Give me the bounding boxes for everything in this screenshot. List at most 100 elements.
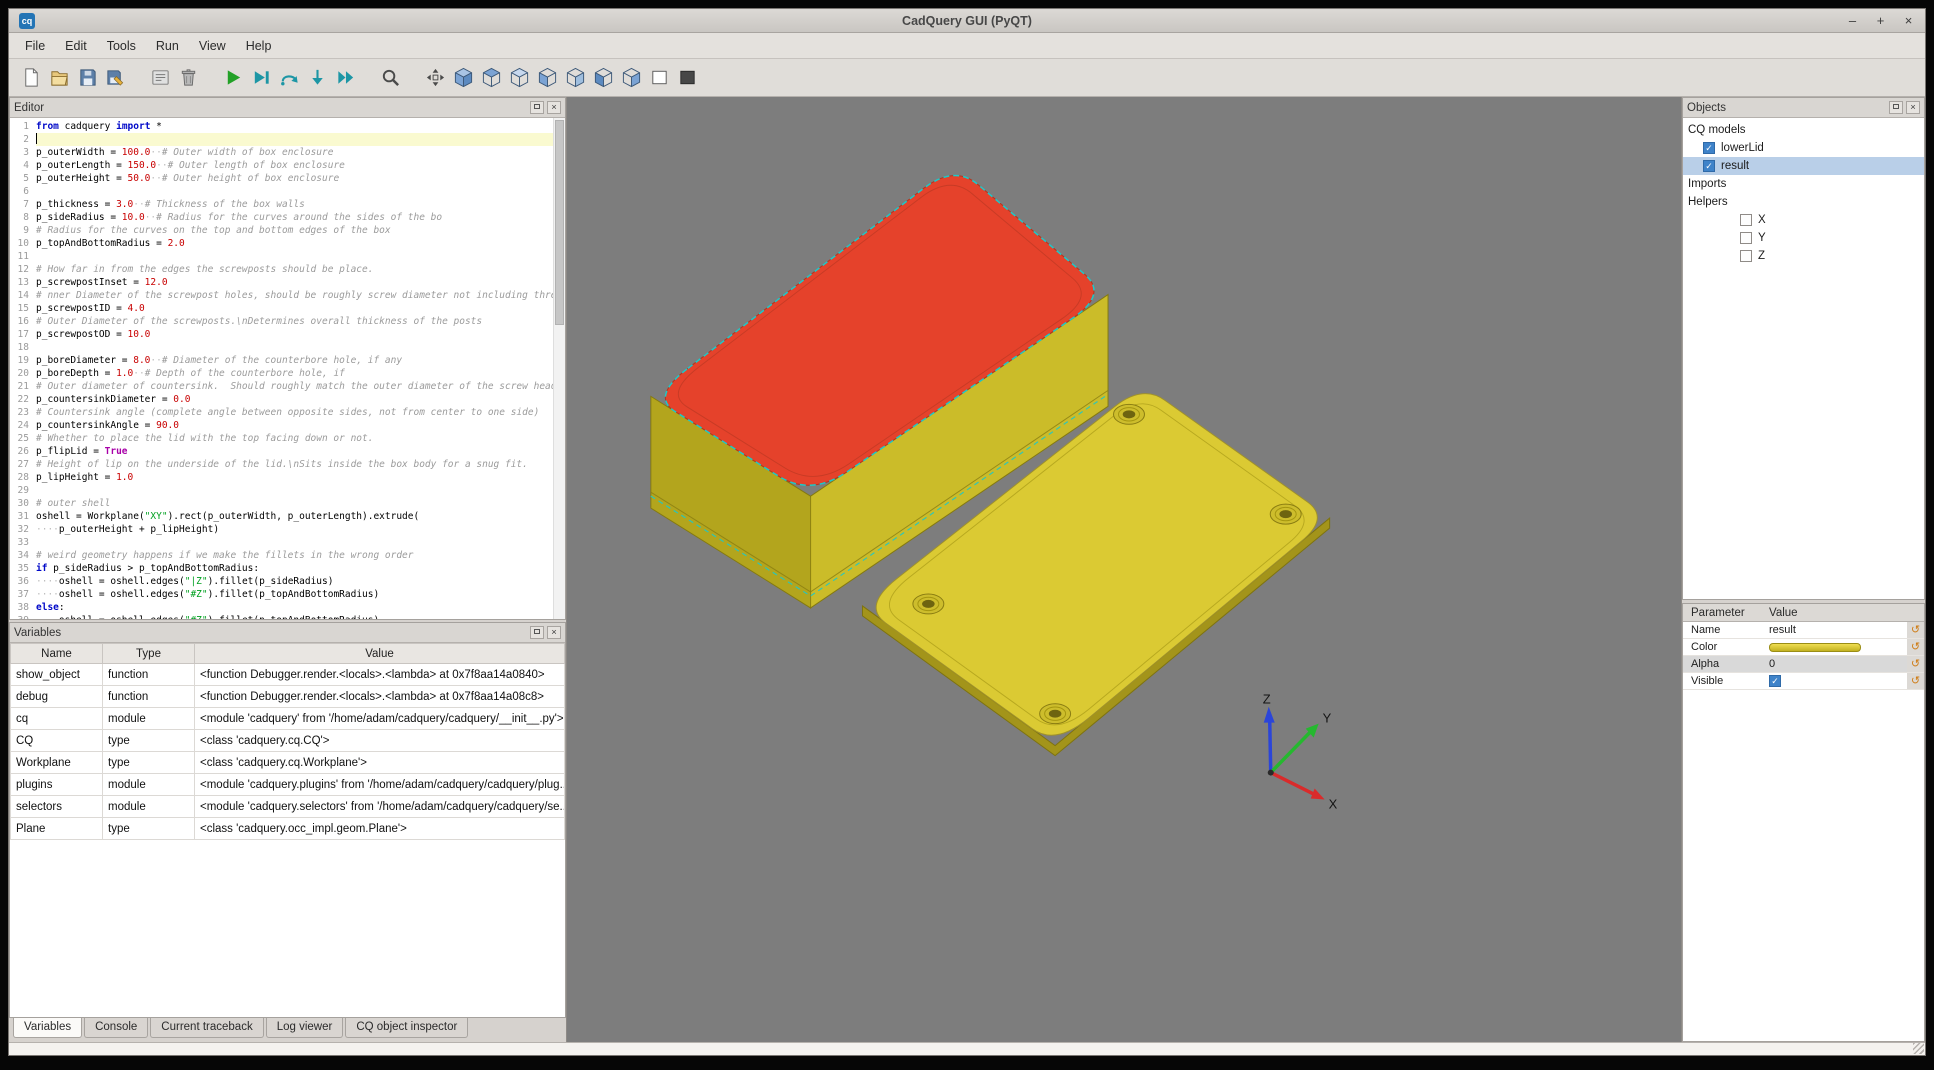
- param-row-alpha[interactable]: Alpha 0 ↺: [1683, 656, 1924, 673]
- menu-view[interactable]: View: [189, 35, 236, 57]
- float-panel-button[interactable]: [530, 101, 544, 114]
- code-line[interactable]: 11: [10, 250, 565, 263]
- variable-row[interactable]: Workplanetype<class 'cadquery.cq.Workpla…: [11, 752, 565, 774]
- continue-button[interactable]: [331, 64, 359, 92]
- code-line[interactable]: 18: [10, 341, 565, 354]
- code-line[interactable]: 2: [10, 133, 565, 146]
- tree-item-y[interactable]: Y: [1683, 229, 1924, 247]
- reset-icon[interactable]: ↺: [1907, 639, 1924, 655]
- code-editor[interactable]: 1from cadquery import *23p_outerWidth = …: [10, 118, 565, 619]
- code-line[interactable]: 32····p_outerHeight + p_lipHeight): [10, 523, 565, 536]
- code-line[interactable]: 9# Radius for the curves on the top and …: [10, 224, 565, 237]
- save-as-button[interactable]: [101, 64, 129, 92]
- delete-button[interactable]: [174, 64, 202, 92]
- float-panel-button[interactable]: [530, 626, 544, 639]
- z-axis-checkbox[interactable]: [1740, 250, 1752, 262]
- variable-row[interactable]: show_objectfunction<function Debugger.re…: [11, 664, 565, 686]
- step-into-button[interactable]: [303, 64, 331, 92]
- editor-scrollbar-thumb[interactable]: [555, 120, 564, 325]
- column-header-type[interactable]: Type: [103, 644, 195, 664]
- tree-item-x[interactable]: X: [1683, 211, 1924, 229]
- column-header-value[interactable]: Value: [1769, 607, 1798, 619]
- shaded-button[interactable]: [673, 64, 701, 92]
- right-view-button[interactable]: [617, 64, 645, 92]
- tree-group-cq-models[interactable]: CQ models: [1683, 121, 1924, 139]
- tab-current-traceback[interactable]: Current traceback: [150, 1018, 263, 1038]
- alpha-value[interactable]: 0: [1769, 658, 1907, 670]
- back-view-button[interactable]: [561, 64, 589, 92]
- variable-row[interactable]: cqmodule<module 'cadquery' from '/home/a…: [11, 708, 565, 730]
- render-button[interactable]: [219, 64, 247, 92]
- name-value[interactable]: result: [1769, 624, 1907, 636]
- lowerlid-visibility-checkbox[interactable]: [1703, 142, 1715, 154]
- iso-view-button[interactable]: [449, 64, 477, 92]
- code-line[interactable]: 1from cadquery import *: [10, 120, 565, 133]
- menu-tools[interactable]: Tools: [97, 35, 146, 57]
- close-panel-button[interactable]: ×: [547, 101, 561, 114]
- reset-icon[interactable]: ↺: [1907, 656, 1924, 672]
- wireframe-button[interactable]: [645, 64, 673, 92]
- code-line[interactable]: 31oshell = Workplane("XY").rect(p_outerW…: [10, 510, 565, 523]
- column-header-parameter[interactable]: Parameter: [1683, 607, 1769, 619]
- tree-item-result[interactable]: result: [1683, 157, 1924, 175]
- code-line[interactable]: 5p_outerHeight = 50.0··# Outer height of…: [10, 172, 565, 185]
- float-panel-button[interactable]: [1889, 101, 1903, 114]
- code-line[interactable]: 7p_thickness = 3.0··# Thickness of the b…: [10, 198, 565, 211]
- code-line[interactable]: 15p_screwpostID = 4.0: [10, 302, 565, 315]
- tree-item-lowerlid[interactable]: lowerLid: [1683, 139, 1924, 157]
- code-line[interactable]: 30# outer shell: [10, 497, 565, 510]
- code-line[interactable]: 22p_countersinkDiameter = 0.0: [10, 393, 565, 406]
- code-line[interactable]: 27# Height of lip on the underside of th…: [10, 458, 565, 471]
- maximize-button[interactable]: +: [1874, 13, 1887, 28]
- step-button[interactable]: [275, 64, 303, 92]
- close-panel-button[interactable]: ×: [1906, 101, 1920, 114]
- code-line[interactable]: 29: [10, 484, 565, 497]
- code-line[interactable]: 3p_outerWidth = 100.0··# Outer width of …: [10, 146, 565, 159]
- code-line[interactable]: 19p_boreDiameter = 8.0··# Diameter of th…: [10, 354, 565, 367]
- code-line[interactable]: 26p_flipLid = True: [10, 445, 565, 458]
- visible-checkbox[interactable]: [1769, 675, 1781, 687]
- x-axis-checkbox[interactable]: [1740, 214, 1752, 226]
- front-view-button[interactable]: [533, 64, 561, 92]
- bottom-view-button[interactable]: [505, 64, 533, 92]
- editor-scrollbar[interactable]: [553, 118, 565, 619]
- variable-row[interactable]: pluginsmodule<module 'cadquery.plugins' …: [11, 774, 565, 796]
- open-file-button[interactable]: [45, 64, 73, 92]
- code-line[interactable]: 24p_countersinkAngle = 90.0: [10, 419, 565, 432]
- resize-grip[interactable]: [1913, 1043, 1924, 1054]
- zoom-button[interactable]: [376, 64, 404, 92]
- fit-all-button[interactable]: [421, 64, 449, 92]
- y-axis-checkbox[interactable]: [1740, 232, 1752, 244]
- code-line[interactable]: 14# nner Diameter of the screwpost holes…: [10, 289, 565, 302]
- code-line[interactable]: 10p_topAndBottomRadius = 2.0: [10, 237, 565, 250]
- tree-group-helpers[interactable]: Helpers: [1683, 193, 1924, 211]
- tab-console[interactable]: Console: [84, 1018, 148, 1038]
- tree-item-z[interactable]: Z: [1683, 247, 1924, 265]
- code-line[interactable]: 17p_screwpostOD = 10.0: [10, 328, 565, 341]
- param-row-color[interactable]: Color ↺: [1683, 639, 1924, 656]
- tree-group-imports[interactable]: Imports: [1683, 175, 1924, 193]
- left-view-button[interactable]: [589, 64, 617, 92]
- menu-file[interactable]: File: [15, 35, 55, 57]
- close-panel-button[interactable]: ×: [547, 626, 561, 639]
- reset-icon[interactable]: ↺: [1907, 673, 1924, 689]
- save-button[interactable]: [73, 64, 101, 92]
- code-line[interactable]: 12# How far in from the edges the screwp…: [10, 263, 565, 276]
- code-line[interactable]: 16# Outer Diameter of the screwposts.\nD…: [10, 315, 565, 328]
- param-row-visible[interactable]: Visible ↺: [1683, 673, 1924, 690]
- code-line[interactable]: 35if p_sideRadius > p_topAndBottomRadius…: [10, 562, 565, 575]
- code-line[interactable]: 25# Whether to place the lid with the to…: [10, 432, 565, 445]
- code-line[interactable]: 38else:: [10, 601, 565, 614]
- code-line[interactable]: 37····oshell = oshell.edges("#Z").fillet…: [10, 588, 565, 601]
- code-line[interactable]: 33: [10, 536, 565, 549]
- column-header-name[interactable]: Name: [11, 644, 103, 664]
- column-header-value[interactable]: Value: [195, 644, 565, 664]
- code-line[interactable]: 8p_sideRadius = 10.0··# Radius for the c…: [10, 211, 565, 224]
- code-line[interactable]: 21# Outer diameter of countersink. Shoul…: [10, 380, 565, 393]
- code-line[interactable]: 20p_boreDepth = 1.0··# Depth of the coun…: [10, 367, 565, 380]
- tab-cq-object-inspector[interactable]: CQ object inspector: [345, 1018, 468, 1038]
- code-line[interactable]: 4p_outerLength = 150.0··# Outer length o…: [10, 159, 565, 172]
- new-file-button[interactable]: [17, 64, 45, 92]
- color-swatch[interactable]: [1769, 643, 1861, 652]
- variable-row[interactable]: CQtype<class 'cadquery.cq.CQ'>: [11, 730, 565, 752]
